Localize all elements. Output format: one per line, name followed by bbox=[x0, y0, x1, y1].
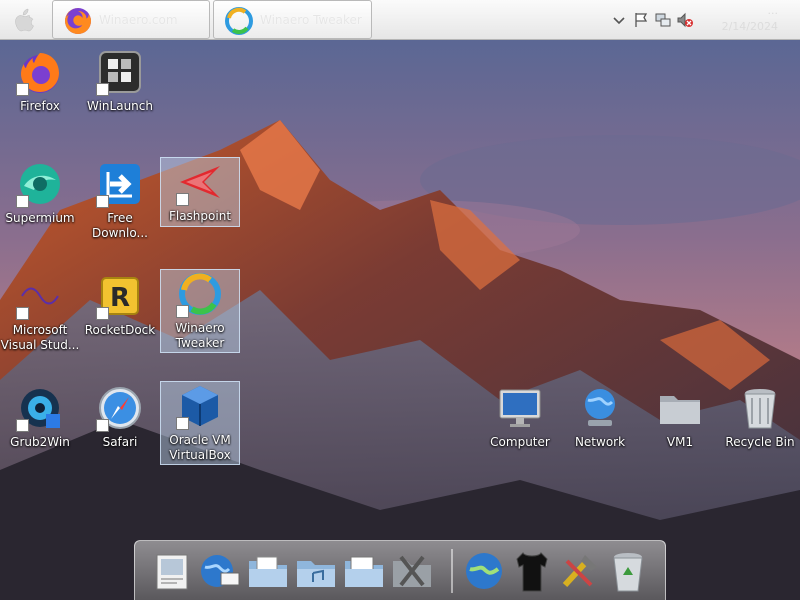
preview-icon[interactable] bbox=[149, 547, 195, 595]
dock-separator bbox=[451, 549, 453, 593]
computer-icon bbox=[496, 384, 544, 432]
desktop-icon-recycle-bin[interactable]: Recycle Bin bbox=[720, 384, 800, 450]
network-globe-icon[interactable] bbox=[461, 547, 507, 595]
desktop-icon-label: Microsoft Visual Stud... bbox=[0, 323, 80, 352]
taskbar-button-label: Winaero.com bbox=[99, 13, 178, 27]
tshirt-icon[interactable] bbox=[509, 547, 555, 595]
desktop-icon-supermium[interactable]: Supermium bbox=[0, 160, 80, 226]
virtualbox-icon bbox=[176, 382, 224, 430]
desktop-icon-vm1[interactable]: VM1 bbox=[640, 384, 720, 450]
firefox-icon bbox=[16, 48, 64, 96]
shortcut-arrow-icon bbox=[96, 83, 109, 96]
shortcut-arrow-icon bbox=[16, 419, 29, 432]
desktop-icon-label: Computer bbox=[490, 435, 550, 449]
firefox-icon bbox=[63, 6, 93, 36]
desktop-icon-label: Supermium bbox=[5, 211, 75, 225]
safari-icon bbox=[96, 384, 144, 432]
desktop-icon-label: Recycle Bin bbox=[725, 435, 795, 449]
desktop-icon-label: Flashpoint bbox=[168, 209, 232, 223]
winaero-tweaker-icon bbox=[224, 6, 254, 36]
desktop-icon-computer[interactable]: Computer bbox=[480, 384, 560, 450]
taskbar-button-label: Winaero Tweaker bbox=[260, 13, 362, 27]
shortcut-arrow-icon bbox=[176, 417, 189, 430]
flag-icon[interactable] bbox=[632, 11, 650, 29]
volume-muted-icon[interactable] bbox=[676, 11, 694, 29]
desktop-icon-label: RocketDock bbox=[84, 323, 156, 337]
flashpoint-icon bbox=[176, 158, 224, 206]
winaero-tweaker-icon bbox=[176, 270, 224, 318]
shortcut-arrow-icon bbox=[16, 83, 29, 96]
desktop-icon-label: Free Downlo... bbox=[92, 211, 148, 240]
shortcut-arrow-icon bbox=[176, 305, 189, 318]
recycle-bin-icon[interactable] bbox=[605, 547, 651, 595]
desktop-icon-rocketdock[interactable]: R RocketDock bbox=[80, 272, 160, 338]
desktop-icon-winlaunch[interactable]: WinLaunch bbox=[80, 48, 160, 114]
utilities-icon[interactable] bbox=[389, 547, 435, 595]
dock bbox=[134, 540, 666, 600]
shortcut-arrow-icon bbox=[16, 195, 29, 208]
desktop-icon-label: Oracle VM VirtualBox bbox=[169, 433, 231, 462]
music-folder-icon[interactable] bbox=[293, 547, 339, 595]
tools-icon[interactable] bbox=[557, 547, 603, 595]
chevron-down-icon[interactable] bbox=[610, 11, 628, 29]
supermium-icon bbox=[16, 160, 64, 208]
desktop-icon-label: Winaero Tweaker bbox=[175, 321, 225, 350]
clock-time[interactable]: ... bbox=[768, 4, 779, 17]
desktop-icon-label: Network bbox=[574, 435, 626, 449]
rocketdock-icon: R bbox=[96, 272, 144, 320]
shortcut-arrow-icon bbox=[16, 307, 29, 320]
documents-folder-icon[interactable] bbox=[245, 547, 291, 595]
desktop-icon-firefox[interactable]: Firefox bbox=[0, 48, 80, 114]
visual-studio-icon bbox=[16, 272, 64, 320]
desktop-icon-label: WinLaunch bbox=[87, 99, 153, 113]
desktop-icon-winaero-tweaker[interactable]: Winaero Tweaker bbox=[160, 269, 240, 353]
apple-logo-icon[interactable] bbox=[8, 6, 40, 34]
shortcut-arrow-icon bbox=[96, 195, 109, 208]
svg-text:R: R bbox=[110, 283, 130, 313]
desktop-icon-flashpoint[interactable]: Flashpoint bbox=[160, 157, 240, 227]
folder-icon bbox=[656, 384, 704, 432]
desktop-icon-free-download-manager[interactable]: Free Downlo... bbox=[80, 160, 160, 241]
desktop-icon-label: Safari bbox=[102, 435, 138, 449]
network-globe-icon bbox=[576, 384, 624, 432]
desktop-icon-safari[interactable]: Safari bbox=[80, 384, 160, 450]
system-tray: ... 2/14/2024 bbox=[610, 0, 800, 40]
taskbar: Winaero.com Winaero Tweaker ... 2/14/202… bbox=[0, 0, 800, 40]
desktop-icon-visual-studio[interactable]: Microsoft Visual Stud... bbox=[0, 272, 80, 353]
desktop-icon-virtualbox[interactable]: Oracle VM VirtualBox bbox=[160, 381, 240, 465]
desktop-icon-label: Firefox bbox=[20, 99, 60, 113]
desktop-icon-label: VM1 bbox=[666, 435, 694, 449]
globe-mail-icon[interactable] bbox=[197, 547, 243, 595]
desktop-icon-grub2win[interactable]: Grub2Win bbox=[0, 384, 80, 450]
free-download-manager-icon bbox=[96, 160, 144, 208]
network-icon[interactable] bbox=[654, 11, 672, 29]
taskbar-button-firefox[interactable]: Winaero.com bbox=[52, 0, 210, 39]
shortcut-arrow-icon bbox=[176, 193, 189, 206]
clock-date[interactable]: 2/14/2024 bbox=[722, 20, 778, 33]
grub2win-icon bbox=[16, 384, 64, 432]
pictures-folder-icon[interactable] bbox=[341, 547, 387, 595]
shortcut-arrow-icon bbox=[96, 307, 109, 320]
winlaunch-icon bbox=[96, 48, 144, 96]
desktop-icon-label: Grub2Win bbox=[10, 435, 70, 449]
taskbar-button-winaero-tweaker[interactable]: Winaero Tweaker bbox=[213, 0, 372, 39]
recycle-bin-icon bbox=[736, 384, 784, 432]
shortcut-arrow-icon bbox=[96, 419, 109, 432]
desktop-icon-network[interactable]: Network bbox=[560, 384, 640, 450]
